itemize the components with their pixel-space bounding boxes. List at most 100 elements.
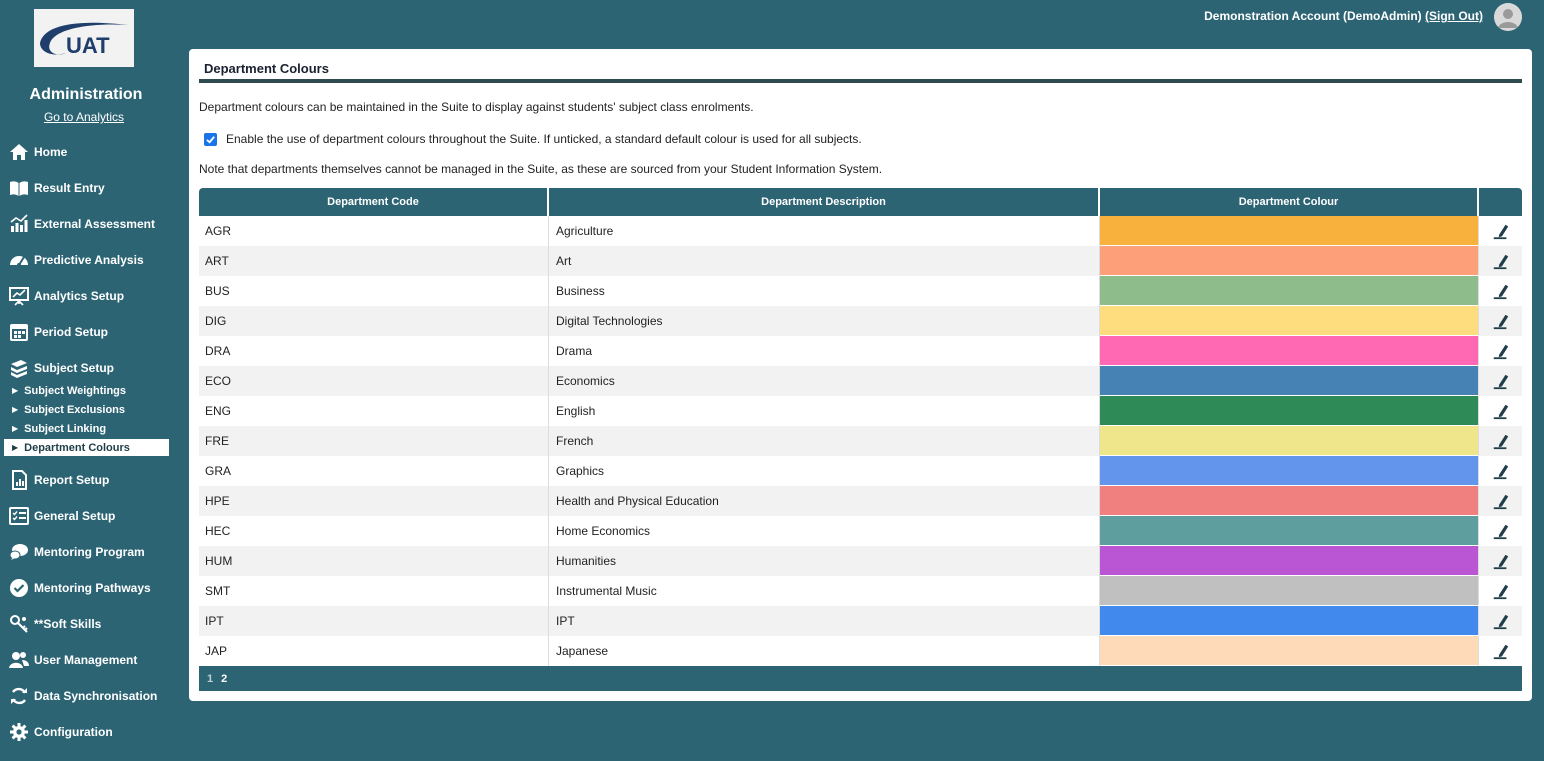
table-row: DRA Drama xyxy=(199,336,1522,366)
sidebar-item-data-synchronisation[interactable]: Data Synchronisation xyxy=(8,684,173,708)
department-colour-swatch xyxy=(1100,486,1479,516)
pencil-edit-icon xyxy=(1493,464,1508,480)
department-table: Department Code Department Description D… xyxy=(199,188,1522,691)
sidebar-item-subject-setup[interactable]: Subject Setup xyxy=(8,356,173,380)
edit-button[interactable] xyxy=(1479,396,1522,426)
sidebar-item-result-entry[interactable]: Result Entry xyxy=(8,176,173,200)
edit-button[interactable] xyxy=(1479,636,1522,666)
caret-right-icon: ▶ xyxy=(12,405,19,414)
account-name: Demonstration Account (DemoAdmin) xyxy=(1204,9,1422,23)
page-link-2[interactable]: 2 xyxy=(221,673,227,685)
department-description-cell: Instrumental Music xyxy=(549,576,1100,606)
edit-button[interactable] xyxy=(1479,426,1522,456)
edit-button[interactable] xyxy=(1479,306,1522,336)
table-row: ECO Economics xyxy=(199,366,1522,396)
table-pagination: 1 2 xyxy=(199,666,1522,691)
edit-button[interactable] xyxy=(1479,336,1522,366)
sidebar-subitem-department-colours[interactable]: ▶ Department Colours xyxy=(4,439,169,456)
edit-button[interactable] xyxy=(1479,606,1522,636)
gear-icon xyxy=(8,722,29,743)
header-department-code[interactable]: Department Code xyxy=(199,188,549,216)
department-colour-swatch xyxy=(1100,516,1479,546)
sidebar-item-home[interactable]: Home xyxy=(8,140,173,164)
table-header: Department Code Department Description D… xyxy=(199,188,1522,216)
table-row: JAP Japanese xyxy=(199,636,1522,666)
sidebar-subitem-subject-exclusions[interactable]: ▶ Subject Exclusions xyxy=(4,401,169,418)
department-code-cell: HPE xyxy=(199,486,549,516)
sidebar-item-configuration[interactable]: Configuration xyxy=(8,720,173,744)
sidebar-item-label: Period Setup xyxy=(34,325,109,339)
sidebar-subitem-subject-linking[interactable]: ▶ Subject Linking xyxy=(4,420,169,437)
header-department-description[interactable]: Department Description xyxy=(549,188,1100,216)
presentation-icon xyxy=(8,286,29,307)
sidebar-item-user-management[interactable]: User Management xyxy=(8,648,173,672)
page-title: Department Colours xyxy=(204,61,329,76)
page-link-1[interactable]: 1 xyxy=(207,673,213,685)
department-colours-panel: Department Colours Department colours ca… xyxy=(189,49,1532,701)
report-icon xyxy=(8,470,29,491)
edit-button[interactable] xyxy=(1479,246,1522,276)
enable-colours-checkbox[interactable] xyxy=(204,132,217,146)
table-row: SMT Instrumental Music xyxy=(199,576,1522,606)
edit-button[interactable] xyxy=(1479,546,1522,576)
sidebar-item-general-setup[interactable]: General Setup xyxy=(8,504,173,528)
book-icon xyxy=(8,178,29,199)
sidebar-item-period-setup[interactable]: Period Setup xyxy=(8,320,173,344)
edit-button[interactable] xyxy=(1479,276,1522,306)
table-row: ENG English xyxy=(199,396,1522,426)
sidebar-item-soft-skills[interactable]: **Soft Skills xyxy=(8,612,173,636)
department-colour-swatch xyxy=(1100,276,1479,306)
sign-out-link[interactable]: (Sign Out) xyxy=(1425,9,1483,23)
department-description-cell: Business xyxy=(549,276,1100,306)
edit-button[interactable] xyxy=(1479,366,1522,396)
department-colour-swatch xyxy=(1100,396,1479,426)
pencil-edit-icon xyxy=(1493,494,1508,510)
sis-note: Note that departments themselves cannot … xyxy=(199,162,883,176)
logo-swoosh-icon: UAT xyxy=(40,22,128,58)
sidebar-item-mentoring-program[interactable]: Mentoring Program xyxy=(8,540,173,564)
books-icon xyxy=(8,358,29,379)
pencil-edit-icon xyxy=(1493,374,1508,390)
sidebar-item-predictive-analysis[interactable]: Predictive Analysis xyxy=(8,248,173,272)
edit-button[interactable] xyxy=(1479,576,1522,606)
edit-button[interactable] xyxy=(1479,516,1522,546)
department-code-cell: AGR xyxy=(199,216,549,246)
department-colour-swatch xyxy=(1100,216,1479,246)
department-colour-swatch xyxy=(1100,336,1479,366)
sidebar-item-label: User Management xyxy=(34,653,138,667)
sidebar-item-label: Home xyxy=(34,145,68,159)
pencil-edit-icon xyxy=(1493,404,1508,420)
department-description-cell: Japanese xyxy=(549,636,1100,666)
department-code-cell: HEC xyxy=(199,516,549,546)
department-description-cell: Graphics xyxy=(549,456,1100,486)
department-description-cell: Humanities xyxy=(549,546,1100,576)
pencil-edit-icon xyxy=(1493,284,1508,300)
go-to-analytics-link[interactable]: Go to Analytics xyxy=(0,110,168,124)
header-department-colour[interactable]: Department Colour xyxy=(1100,188,1479,216)
department-code-cell: HUM xyxy=(199,546,549,576)
skills-icon xyxy=(8,614,29,635)
edit-button[interactable] xyxy=(1479,486,1522,516)
department-description-cell: Health and Physical Education xyxy=(549,486,1100,516)
sidebar-item-label: Report Setup xyxy=(34,473,110,487)
sidebar-item-analytics-setup[interactable]: Analytics Setup xyxy=(8,284,173,308)
pencil-edit-icon xyxy=(1493,554,1508,570)
edit-button[interactable] xyxy=(1479,216,1522,246)
department-description-cell: Drama xyxy=(549,336,1100,366)
department-code-cell: IPT xyxy=(199,606,549,636)
pencil-edit-icon xyxy=(1493,584,1508,600)
sidebar-subitem-subject-weightings[interactable]: ▶ Subject Weightings xyxy=(4,382,169,399)
sidebar-item-mentoring-pathways[interactable]: Mentoring Pathways xyxy=(8,576,173,600)
department-colour-swatch xyxy=(1100,306,1479,336)
enable-colours-row: Enable the use of department colours thr… xyxy=(204,132,862,146)
department-description-cell: French xyxy=(549,426,1100,456)
sidebar-item-report-setup[interactable]: Report Setup xyxy=(8,468,173,492)
department-colour-swatch xyxy=(1100,246,1479,276)
chat-icon xyxy=(8,542,29,563)
sidebar-item-external-assessment[interactable]: External Assessment xyxy=(8,212,173,236)
department-colour-swatch xyxy=(1100,366,1479,396)
uat-logo[interactable]: UAT xyxy=(34,9,134,67)
edit-button[interactable] xyxy=(1479,456,1522,486)
user-avatar[interactable] xyxy=(1494,3,1522,31)
department-description-cell: Art xyxy=(549,246,1100,276)
